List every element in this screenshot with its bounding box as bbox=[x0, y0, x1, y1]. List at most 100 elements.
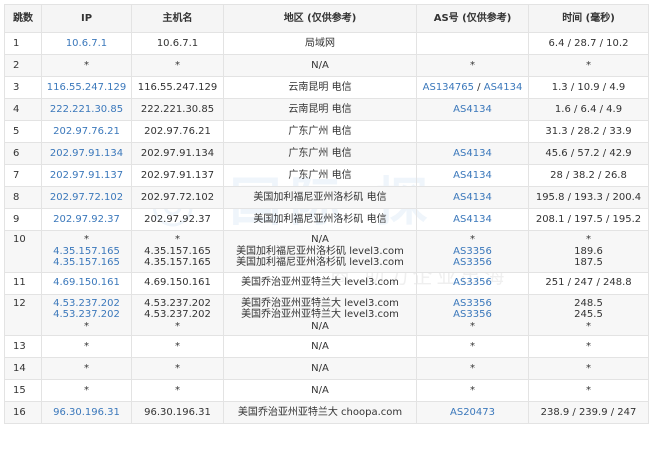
ip-link[interactable]: 202.97.91.137 bbox=[45, 170, 128, 182]
as-link[interactable]: AS4134 bbox=[420, 170, 525, 182]
ip-link[interactable]: 4.53.237.202 bbox=[45, 298, 128, 310]
hop-number: 15 bbox=[4, 379, 42, 402]
as-cell: AS4134 bbox=[416, 142, 529, 165]
time-cell: 251 / 247 / 248.8 bbox=[528, 271, 649, 295]
time-text: * bbox=[586, 340, 591, 352]
time-cell: 45.6 / 57.2 / 42.9 bbox=[528, 142, 649, 165]
ip-link[interactable]: 202.97.76.21 bbox=[45, 126, 128, 138]
time-cell: 248.5 245.5 * bbox=[528, 293, 649, 336]
time-cell: 28 / 38.2 / 26.8 bbox=[528, 164, 649, 187]
as-link[interactable]: AS4134 bbox=[420, 214, 525, 226]
time-text: * bbox=[586, 384, 591, 396]
ip-cell: 202.97.91.134 bbox=[41, 142, 132, 165]
ip-link[interactable]: 4.53.237.202 bbox=[45, 309, 128, 321]
hop-number: 5 bbox=[4, 120, 42, 143]
hostname-cell: * bbox=[131, 379, 224, 402]
region-text: 局域网 bbox=[305, 37, 335, 49]
region-text: 美国乔治亚州亚特兰大 level3.com bbox=[241, 297, 399, 309]
region-cell: 美国加利福尼亚州洛杉矶 电信 bbox=[223, 186, 417, 209]
table-row: 5 202.97.76.21 202.97.76.21 广东广州 电信 31.3 / … bbox=[4, 120, 649, 143]
table-row: 13 * * N/A * * bbox=[4, 335, 649, 358]
time-cell: 31.3 / 28.2 / 33.9 bbox=[528, 120, 649, 143]
time-text: 245.5 bbox=[574, 309, 603, 320]
time-cell: 1.3 / 10.9 / 4.9 bbox=[528, 76, 649, 99]
table-row: 1 10.6.7.1 10.6.7.1 局域网 6.4 / 28.7 / 10.2 bbox=[4, 32, 649, 55]
time-text: 28 / 38.2 / 26.8 bbox=[550, 169, 627, 181]
region-text: 美国加利福尼亚州洛杉矶 电信 bbox=[253, 191, 387, 203]
as-link: * bbox=[470, 234, 475, 245]
hostname-cell: 4.53.237.202 4.53.237.202 * bbox=[131, 293, 224, 336]
time-cell: * 189.6 187.5 bbox=[528, 230, 649, 273]
as-link: * bbox=[470, 59, 475, 71]
region-cell: 云南昆明 电信 bbox=[223, 98, 417, 121]
ip-link[interactable]: 96.30.196.31 bbox=[45, 407, 128, 419]
hostname-text: 202.97.91.137 bbox=[140, 169, 215, 181]
traceroute-table: 跳数 IP 主机名 地区 (仅供参考) AS号 (仅供参考) 时间 (毫秒) 1… bbox=[4, 4, 649, 424]
region-cell: 广东广州 电信 bbox=[223, 164, 417, 187]
ip-cell: * bbox=[41, 335, 132, 358]
as-link[interactable]: AS3356 bbox=[420, 298, 525, 310]
ip-cell: * bbox=[41, 54, 132, 77]
as-link[interactable]: AS3356 bbox=[420, 257, 525, 269]
ip-cell: 10.6.7.1 bbox=[41, 32, 132, 55]
ip-cell: * bbox=[41, 379, 132, 402]
hop-number: 13 bbox=[4, 335, 42, 358]
ip-link[interactable]: 4.69.150.161 bbox=[45, 277, 128, 289]
header-ip: IP bbox=[41, 4, 132, 33]
hostname-text: * bbox=[175, 384, 180, 396]
as-cell: AS4134 bbox=[416, 208, 529, 231]
ip-link[interactable]: 116.55.247.129 bbox=[45, 82, 128, 94]
as-link[interactable]: AS4134 bbox=[420, 192, 525, 204]
as-link[interactable]: AS4134 bbox=[420, 148, 525, 160]
ip-link[interactable]: 202.97.72.102 bbox=[45, 192, 128, 204]
time-text: 195.8 / 193.3 / 200.4 bbox=[535, 191, 642, 203]
region-text: 美国加利福尼亚州洛杉矶 电信 bbox=[253, 213, 387, 225]
ip-link[interactable]: 202.97.91.134 bbox=[45, 148, 128, 160]
as-link[interactable]: AS4134 bbox=[420, 104, 525, 116]
hop-number: 9 bbox=[4, 208, 42, 231]
table-header: 跳数 IP 主机名 地区 (仅供参考) AS号 (仅供参考) 时间 (毫秒) bbox=[4, 4, 649, 33]
table-row: 6 202.97.91.134 202.97.91.134 广东广州 电信 AS4134… bbox=[4, 142, 649, 165]
region-cell: 美国乔治亚州亚特兰大 level3.com bbox=[223, 271, 417, 295]
as-link[interactable]: AS4134 bbox=[484, 82, 523, 93]
as-link[interactable]: AS3356 bbox=[420, 277, 525, 289]
table-row: 11 4.69.150.161 4.69.150.161 美国乔治亚州亚特兰大 lev… bbox=[4, 271, 649, 295]
region-cell: N/A 美国加利福尼亚州洛杉矶 level3.com 美国加利福尼亚州洛杉矶 lev… bbox=[223, 230, 417, 273]
ip-cell: 202.97.92.37 bbox=[41, 208, 132, 231]
hostname-cell: 222.221.30.85 bbox=[131, 98, 224, 121]
time-text: 238.9 / 239.9 / 247 bbox=[540, 406, 637, 418]
hostname-cell: * bbox=[131, 54, 224, 77]
ip-link[interactable]: 10.6.7.1 bbox=[45, 38, 128, 50]
hop-number: 6 bbox=[4, 142, 42, 165]
hostname-text: 96.30.196.31 bbox=[144, 406, 211, 418]
ip-link[interactable]: 202.97.92.37 bbox=[45, 214, 128, 226]
region-text: N/A bbox=[311, 59, 329, 71]
ip-cell: 202.97.72.102 bbox=[41, 186, 132, 209]
as-link[interactable]: AS3356 bbox=[420, 246, 525, 258]
region-text: 广东广州 电信 bbox=[288, 125, 352, 137]
time-cell: 208.1 / 197.5 / 195.2 bbox=[528, 208, 649, 231]
hostname-cell: * bbox=[131, 357, 224, 380]
as-link bbox=[420, 126, 525, 138]
ip-link[interactable]: 4.35.157.165 bbox=[45, 257, 128, 269]
time-text: * bbox=[586, 234, 591, 245]
ip-link[interactable]: 222.221.30.85 bbox=[45, 104, 128, 116]
hop-number: 7 bbox=[4, 164, 42, 187]
header-region: 地区 (仅供参考) bbox=[223, 4, 417, 33]
hop-number: 10 bbox=[4, 230, 42, 273]
region-text: N/A bbox=[311, 340, 329, 352]
hostname-text: 202.97.76.21 bbox=[144, 125, 211, 137]
as-link[interactable]: AS3356 bbox=[420, 309, 525, 321]
hostname-cell: 4.69.150.161 bbox=[131, 271, 224, 295]
as-link[interactable]: AS134765 bbox=[423, 82, 474, 93]
as-link[interactable]: AS20473 bbox=[420, 407, 525, 419]
as-cell: * bbox=[416, 54, 529, 77]
time-cell: 6.4 / 28.7 / 10.2 bbox=[528, 32, 649, 55]
ip-link: * bbox=[84, 234, 89, 245]
region-text: 云南昆明 电信 bbox=[288, 81, 352, 93]
hostname-text: 4.35.157.165 bbox=[144, 245, 211, 257]
as-cell: * bbox=[416, 335, 529, 358]
ip-link[interactable]: 4.35.157.165 bbox=[45, 246, 128, 258]
hostname-text: 222.221.30.85 bbox=[140, 103, 215, 115]
hostname-text: * bbox=[175, 59, 180, 71]
